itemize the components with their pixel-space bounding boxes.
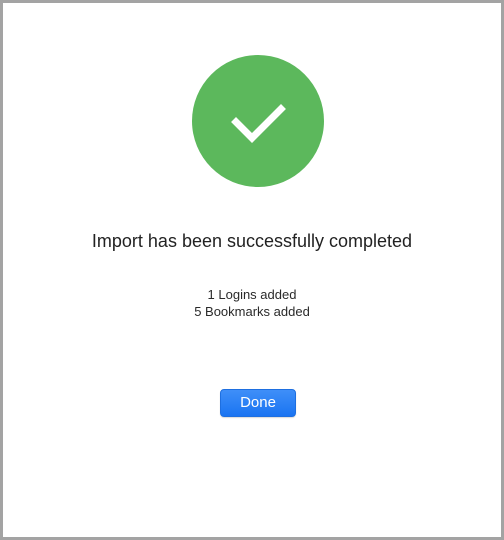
import-summary: 1 Logins added 5 Bookmarks added <box>3 286 501 320</box>
done-button[interactable]: Done <box>220 389 296 417</box>
success-checkmark-icon <box>192 55 324 187</box>
checkmark-icon <box>231 104 286 143</box>
logins-added-text: 1 Logins added <box>207 287 297 302</box>
import-complete-dialog: Import has been successfully completed 1… <box>0 0 504 540</box>
bookmarks-added-text: 5 Bookmarks added <box>194 304 310 319</box>
dialog-title: Import has been successfully completed <box>91 231 413 251</box>
